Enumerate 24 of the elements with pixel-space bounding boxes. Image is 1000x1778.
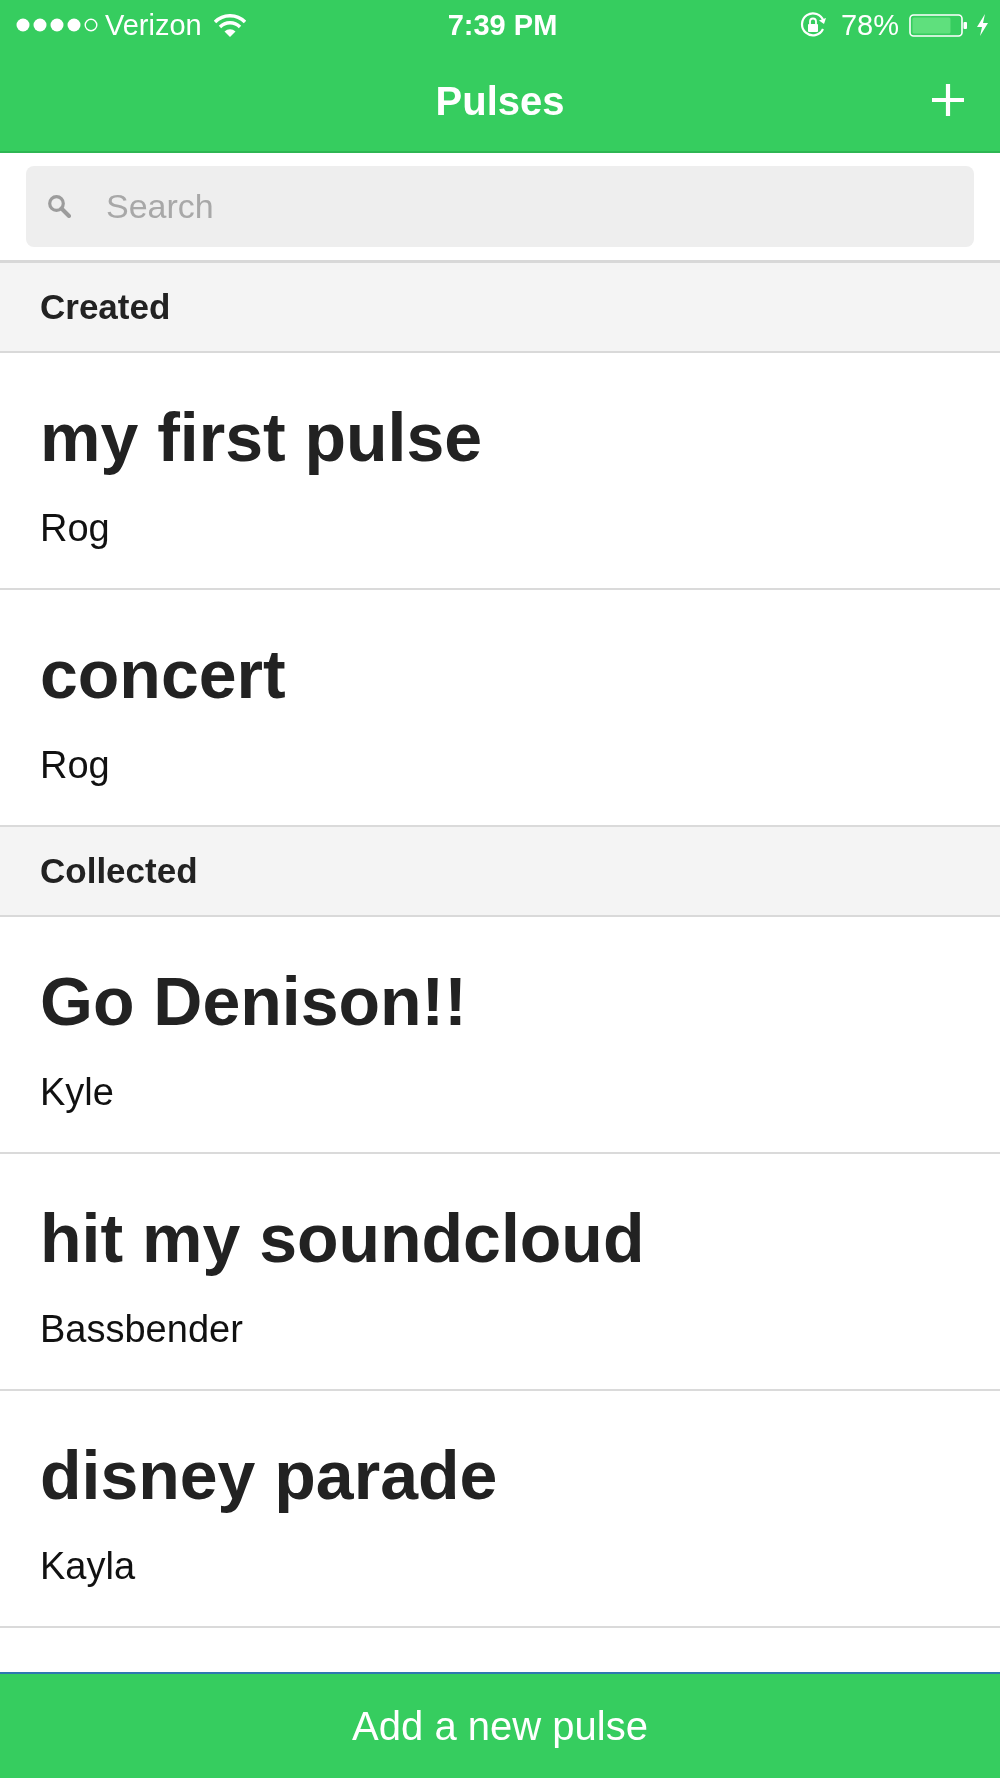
pulse-title: disney parade [40, 1436, 498, 1515]
pulse-author: Rog [40, 743, 110, 788]
pulse-title: Go Denison!! [40, 962, 467, 1041]
signal-icon [16, 18, 98, 32]
search-field[interactable]: Search [26, 166, 974, 247]
pulse-author: Kayla [40, 1544, 136, 1589]
charging-bolt-icon [976, 14, 989, 36]
pulse-author: Bassbender [40, 1307, 243, 1352]
battery-icon [909, 13, 967, 37]
carrier-name: Verizon [105, 8, 202, 42]
wifi-icon [213, 13, 246, 37]
pulse-author: Rog [40, 506, 110, 551]
pulse-title: my first pulse [40, 398, 483, 477]
pulse-title: concert [40, 635, 286, 714]
status-time: 7:39 PM [447, 8, 558, 42]
pulse-author: Kyle [40, 1070, 114, 1115]
nav-title: Pulses [435, 77, 565, 125]
pulse-title: hit my soundcloud [40, 1199, 645, 1278]
search-icon [47, 194, 71, 218]
section-title: Collected [40, 850, 198, 892]
plus-icon [932, 84, 964, 116]
rotation-lock-icon [798, 11, 827, 39]
battery-percentage: 78% [840, 8, 899, 42]
section-title: Created [40, 286, 171, 328]
